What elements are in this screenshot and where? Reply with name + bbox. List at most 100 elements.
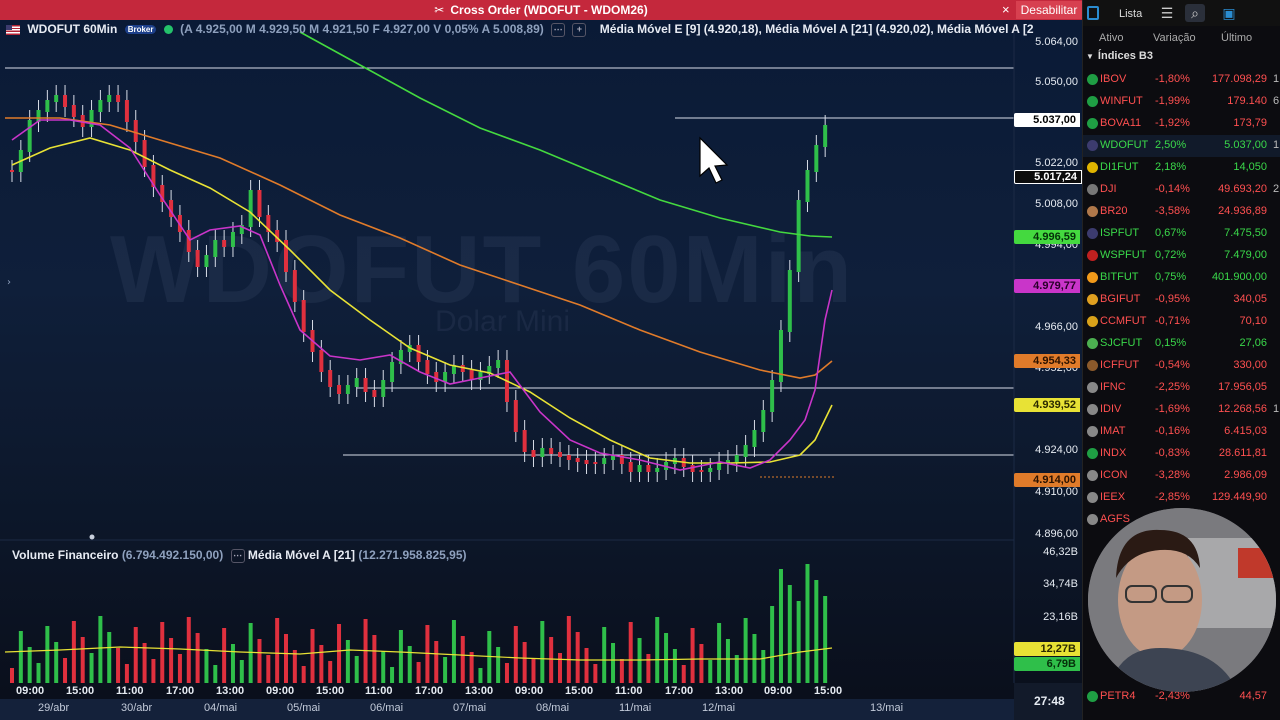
- list-item[interactable]: ISPFUT 0,67% 7.475,50: [1083, 223, 1280, 245]
- volume-bar: [266, 655, 271, 683]
- search-icon[interactable]: ⌕: [1185, 4, 1205, 22]
- list-item[interactable]: CCMFUT -0,71% 70,10: [1083, 311, 1280, 333]
- volume-bar: [451, 620, 456, 683]
- list-item[interactable]: IFNC -2,25% 17.956,05: [1083, 377, 1280, 399]
- last-price: 340,05: [1233, 293, 1267, 305]
- asset-icon: [1087, 184, 1098, 195]
- list-item[interactable]: DI1FUT 2,18% 14,050: [1083, 157, 1280, 179]
- watchlist-headers: Ativo Variação Último: [1083, 26, 1280, 50]
- col-ativo[interactable]: Ativo: [1099, 32, 1123, 44]
- asset-icon: [1087, 272, 1098, 283]
- last-price: 129.449,90: [1211, 491, 1267, 503]
- volume-bar: [80, 637, 85, 683]
- ma-magenta-tag: 4.979,77: [1014, 279, 1080, 293]
- time-axis-label: 09:00: [16, 685, 45, 697]
- volume-bar: [611, 643, 616, 683]
- connection-status-icon: [163, 25, 173, 35]
- ticker: DJI: [1100, 183, 1117, 195]
- volume-bar: [796, 601, 801, 683]
- volume-bar: [823, 596, 828, 683]
- volume-bar: [257, 639, 262, 683]
- volume-bar: [478, 668, 483, 683]
- col-ultimo[interactable]: Último: [1221, 32, 1252, 44]
- broker-chip: Broker: [124, 25, 157, 35]
- list-item[interactable]: WSPFUT 0,72% 7.479,00: [1083, 245, 1280, 267]
- list-item[interactable]: ICFFUT -0,54% 330,00: [1083, 355, 1280, 377]
- watchlist-toolbar: Lista ☰ ⌕ ▣: [1083, 0, 1280, 26]
- ticker: IFNC: [1100, 381, 1126, 393]
- volume-bar: [354, 656, 359, 683]
- volume-bar: [522, 642, 527, 683]
- volume-settings-icon[interactable]: ⋯: [230, 548, 245, 563]
- volume-bar: [725, 639, 730, 683]
- change: -0,54%: [1155, 359, 1190, 371]
- list-item[interactable]: BGIFUT -0,95% 340,05: [1083, 289, 1280, 311]
- list-item[interactable]: BITFUT 0,75% 401.900,00: [1083, 267, 1280, 289]
- ticker: WDOFUT: [1100, 139, 1149, 151]
- list-item[interactable]: WDOFUT 2,50% 5.037,00 1: [1083, 135, 1280, 157]
- ticker: IDIV: [1100, 403, 1122, 415]
- list-item[interactable]: IEEX -2,85% 129.449,90: [1083, 487, 1280, 509]
- ohlc-values: (A 4.925,00 M 4.929,50 M 4.921,50 F 4.92…: [180, 22, 544, 36]
- candle: [354, 378, 359, 387]
- list-item[interactable]: SJCFUT 0,15% 27,06: [1083, 333, 1280, 355]
- list-item[interactable]: IDIV -1,69% 12.268,56 1: [1083, 399, 1280, 421]
- asset-icon: [1087, 118, 1098, 129]
- tools-icon: ✂: [434, 3, 445, 17]
- time-axis-label: 13:00: [216, 685, 245, 697]
- disable-button[interactable]: Desabilitar: [1016, 1, 1082, 19]
- list-label[interactable]: Lista: [1119, 8, 1142, 20]
- candle: [496, 360, 501, 368]
- change: -1,92%: [1155, 117, 1190, 129]
- candle: [116, 95, 121, 102]
- candle: [416, 345, 421, 362]
- asset-icon: [1087, 162, 1098, 173]
- candle: [787, 270, 792, 332]
- chart-symbol[interactable]: WDOFUT 60Min: [27, 22, 117, 36]
- candle: [204, 255, 209, 267]
- candlestick-chart[interactable]: ›: [0, 0, 1082, 720]
- asset-icon: [1087, 404, 1098, 415]
- candle: [823, 125, 828, 147]
- list-item[interactable]: BOVA11 -1,92% 173,79: [1083, 113, 1280, 135]
- candle: [124, 100, 129, 122]
- change: -1,69%: [1155, 403, 1190, 415]
- volume-bar: [116, 648, 121, 683]
- app-logo-icon: [1087, 6, 1099, 20]
- candle: [107, 95, 112, 102]
- volume-bar: [372, 635, 377, 683]
- list-item[interactable]: INDX -0,83% 28.611,81: [1083, 443, 1280, 465]
- settings-small-icon[interactable]: ⋯: [551, 22, 566, 37]
- candle: [372, 390, 377, 397]
- col-variacao[interactable]: Variação: [1153, 32, 1196, 44]
- ticker: WINFUT: [1100, 95, 1143, 107]
- price-axis-label: 5.050,00: [1035, 76, 1078, 88]
- list-item[interactable]: WINFUT -1,99% 179.140 6: [1083, 91, 1280, 113]
- add-indicator-icon[interactable]: +: [572, 22, 587, 37]
- time-axis-label: 11:00: [615, 685, 643, 697]
- screen-icon[interactable]: ▣: [1219, 4, 1239, 22]
- chart-area[interactable]: WDOFUT 60Min Dolar Mini › WDOFUT 60Min B…: [0, 0, 1082, 720]
- asset-icon: [1087, 74, 1098, 85]
- volume-bar: [407, 646, 412, 683]
- volume-bar: [681, 665, 686, 683]
- date-label: 29/abr: [38, 702, 70, 714]
- candle: [770, 380, 775, 412]
- cross-order-title[interactable]: ✂ Cross Order (WDOFUT - WDOM26): [0, 3, 1082, 17]
- list-item[interactable]: DJI -0,14% 49.693,20 2: [1083, 179, 1280, 201]
- volume-bar: [328, 661, 333, 683]
- list-item[interactable]: ICON -3,28% 2.986,09: [1083, 465, 1280, 487]
- volume-bar: [337, 624, 342, 683]
- candle: [699, 470, 704, 472]
- close-icon[interactable]: ×: [1002, 2, 1010, 17]
- list-item[interactable]: BR20 -3,58% 24.936,89: [1083, 201, 1280, 223]
- group-header[interactable]: ▼ Índices B3: [1083, 50, 1153, 66]
- list-item[interactable]: IMAT -0,16% 6.415,03: [1083, 421, 1280, 443]
- list-view-icon[interactable]: ☰: [1157, 4, 1177, 22]
- change: 2,50%: [1155, 139, 1187, 151]
- list-item[interactable]: IBOV -1,80% 177.098,29 1: [1083, 69, 1280, 91]
- time-axis-label: 17:00: [665, 685, 694, 697]
- asset-icon: [1087, 206, 1098, 217]
- candle: [513, 400, 518, 432]
- candle: [301, 300, 306, 332]
